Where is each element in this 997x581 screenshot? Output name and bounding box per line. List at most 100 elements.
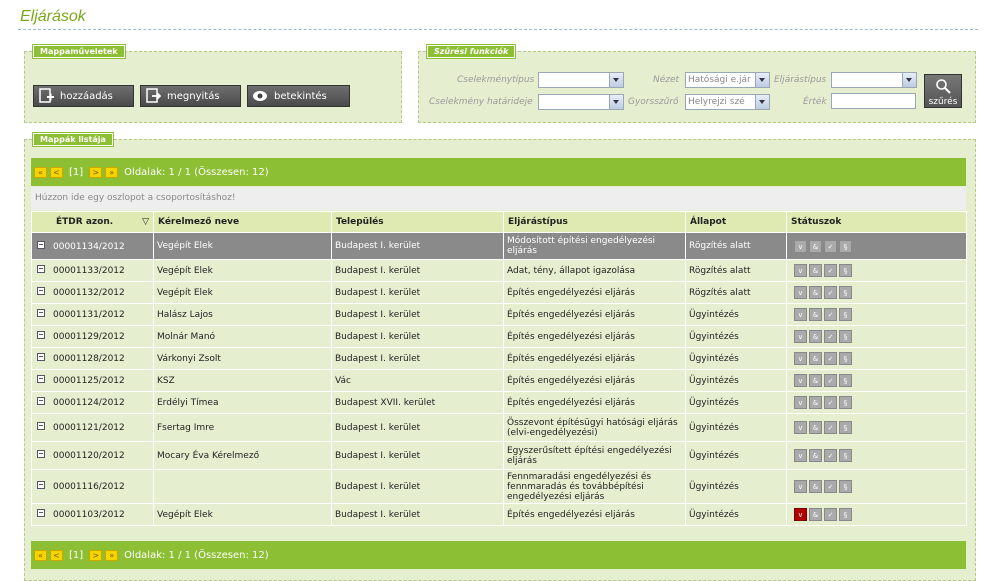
status-v-icon[interactable]: v: [794, 480, 807, 493]
eljarastipus-select[interactable]: [831, 72, 917, 88]
status-amp-icon[interactable]: &: [809, 396, 822, 409]
status-paragraph-icon[interactable]: §: [839, 374, 852, 387]
status-paragraph-icon[interactable]: §: [839, 480, 852, 493]
add-button[interactable]: hozzáadás: [33, 85, 134, 107]
table-row[interactable]: 00001120/2012 Mocary Éva Kérelmező Budapes…: [31, 441, 967, 470]
status-v-icon[interactable]: v: [794, 239, 807, 253]
status-check-icon[interactable]: ✓: [824, 421, 837, 434]
status-check-icon[interactable]: ✓: [824, 374, 837, 387]
column-header-state[interactable]: Állapot: [685, 211, 787, 233]
status-amp-icon[interactable]: &: [809, 308, 822, 321]
status-paragraph-icon[interactable]: §: [839, 330, 852, 343]
column-header-town[interactable]: Település: [331, 211, 504, 233]
status-amp-icon[interactable]: &: [809, 374, 822, 387]
expand-row-icon[interactable]: [37, 240, 45, 249]
status-amp-icon[interactable]: &: [809, 421, 822, 434]
status-amp-icon[interactable]: &: [809, 508, 822, 521]
open-button[interactable]: megnyitás: [140, 85, 241, 107]
status-check-icon[interactable]: ✓: [824, 352, 837, 365]
status-check-icon[interactable]: ✓: [824, 308, 837, 321]
table-row[interactable]: 00001116/2012 Budapest I. kerület Fennmara…: [31, 469, 967, 504]
status-v-icon[interactable]: v: [794, 396, 807, 409]
table-row[interactable]: 00001124/2012 Erdélyi Tímea Budapest XVII.…: [31, 391, 967, 414]
filter-funnel-icon[interactable]: ▽: [142, 217, 149, 227]
table-row[interactable]: 00001129/2012 Molnár Manó Budapest I. kerü…: [31, 325, 967, 348]
expand-row-icon[interactable]: [37, 422, 45, 430]
status-paragraph-icon[interactable]: §: [839, 421, 852, 434]
table-row[interactable]: 00001103/2012 Vegépít Elek Budapest I. ker…: [31, 503, 967, 526]
expand-row-icon[interactable]: [37, 309, 45, 317]
status-v-icon[interactable]: v: [794, 264, 807, 277]
table-row[interactable]: 00001125/2012 KSZ Vác Építés engedélyezési …: [31, 369, 967, 392]
status-v-icon[interactable]: v: [794, 352, 807, 365]
ertek-input[interactable]: [831, 93, 916, 109]
table-row[interactable]: 00001131/2012 Halász Lajos Budapest I. ker…: [31, 303, 967, 326]
next-page-button[interactable]: >: [89, 549, 103, 561]
expand-row-icon[interactable]: [37, 265, 45, 273]
current-page[interactable]: [1]: [69, 167, 83, 178]
status-paragraph-icon[interactable]: §: [839, 264, 852, 277]
last-page-button[interactable]: »: [105, 549, 119, 561]
status-paragraph-icon[interactable]: §: [839, 449, 852, 462]
table-row[interactable]: 00001134/2012 Vegépít Elek Budapest I. ker…: [31, 232, 967, 260]
cselekmeny-hatarideje-select[interactable]: [538, 94, 624, 110]
column-header-etdr[interactable]: ÉTDR azon. ▽: [31, 211, 154, 233]
next-page-button[interactable]: >: [89, 166, 103, 178]
status-v-icon[interactable]: v: [794, 508, 807, 521]
status-paragraph-icon[interactable]: §: [839, 286, 852, 299]
group-by-dropzone[interactable]: Húzzon ide egy oszlopot a csoportosításh…: [31, 187, 966, 210]
status-paragraph-icon[interactable]: §: [839, 239, 852, 253]
status-amp-icon[interactable]: &: [809, 352, 822, 365]
status-v-icon[interactable]: v: [794, 421, 807, 434]
nezet-select[interactable]: Hatósági e.jár: [685, 72, 770, 88]
status-amp-icon[interactable]: &: [809, 264, 822, 277]
column-header-statuses[interactable]: Státuszok: [786, 211, 967, 233]
status-v-icon[interactable]: v: [794, 449, 807, 462]
status-amp-icon[interactable]: &: [809, 239, 822, 253]
expand-row-icon[interactable]: [37, 509, 45, 517]
status-check-icon[interactable]: ✓: [824, 449, 837, 462]
status-check-icon[interactable]: ✓: [824, 480, 837, 493]
status-paragraph-icon[interactable]: §: [839, 396, 852, 409]
first-page-button[interactable]: «: [34, 166, 47, 178]
status-paragraph-icon[interactable]: §: [839, 352, 852, 365]
prev-page-button[interactable]: <: [50, 166, 63, 178]
status-v-icon[interactable]: v: [794, 374, 807, 387]
first-page-button[interactable]: «: [34, 549, 47, 561]
search-button[interactable]: szűrés: [924, 74, 962, 108]
expand-row-icon[interactable]: [37, 450, 45, 458]
status-check-icon[interactable]: ✓: [824, 508, 837, 521]
status-amp-icon[interactable]: &: [809, 480, 822, 493]
expand-row-icon[interactable]: [37, 375, 45, 383]
expand-row-icon[interactable]: [37, 397, 45, 405]
status-check-icon[interactable]: ✓: [824, 330, 837, 343]
expand-row-icon[interactable]: [37, 481, 45, 489]
prev-page-button[interactable]: <: [50, 549, 63, 561]
column-header-type[interactable]: Eljárástípus: [503, 211, 686, 233]
inspect-button[interactable]: betekintés: [247, 85, 350, 107]
last-page-button[interactable]: »: [105, 166, 119, 178]
status-paragraph-icon[interactable]: §: [839, 308, 852, 321]
status-v-icon[interactable]: v: [794, 330, 807, 343]
table-row[interactable]: 00001132/2012 Vegépít Elek Budapest I. ker…: [31, 281, 967, 304]
cselekmenytipus-select[interactable]: [538, 72, 624, 88]
expand-row-icon[interactable]: [37, 287, 45, 295]
status-amp-icon[interactable]: &: [809, 286, 822, 299]
table-row[interactable]: 00001121/2012 Fsertag Imre Budapest I. ker…: [31, 413, 967, 442]
status-paragraph-icon[interactable]: §: [839, 508, 852, 521]
status-v-icon[interactable]: v: [794, 308, 807, 321]
status-check-icon[interactable]: ✓: [824, 396, 837, 409]
expand-row-icon[interactable]: [37, 353, 45, 361]
current-page[interactable]: [1]: [69, 550, 83, 561]
status-amp-icon[interactable]: &: [809, 449, 822, 462]
gyorsszuro-select[interactable]: Helyrejzi szé: [685, 94, 770, 110]
status-check-icon[interactable]: ✓: [824, 286, 837, 299]
status-v-icon[interactable]: v: [794, 286, 807, 299]
status-check-icon[interactable]: ✓: [824, 264, 837, 277]
status-amp-icon[interactable]: &: [809, 330, 822, 343]
status-check-icon[interactable]: ✓: [824, 239, 837, 253]
table-row[interactable]: 00001128/2012 Várkonyi Zsolt Budapest I. k…: [31, 347, 967, 370]
expand-row-icon[interactable]: [37, 331, 45, 339]
column-header-name[interactable]: Kérelmező neve: [153, 211, 332, 233]
table-row[interactable]: 00001133/2012 Vegépít Elek Budapest I. ker…: [31, 259, 967, 282]
